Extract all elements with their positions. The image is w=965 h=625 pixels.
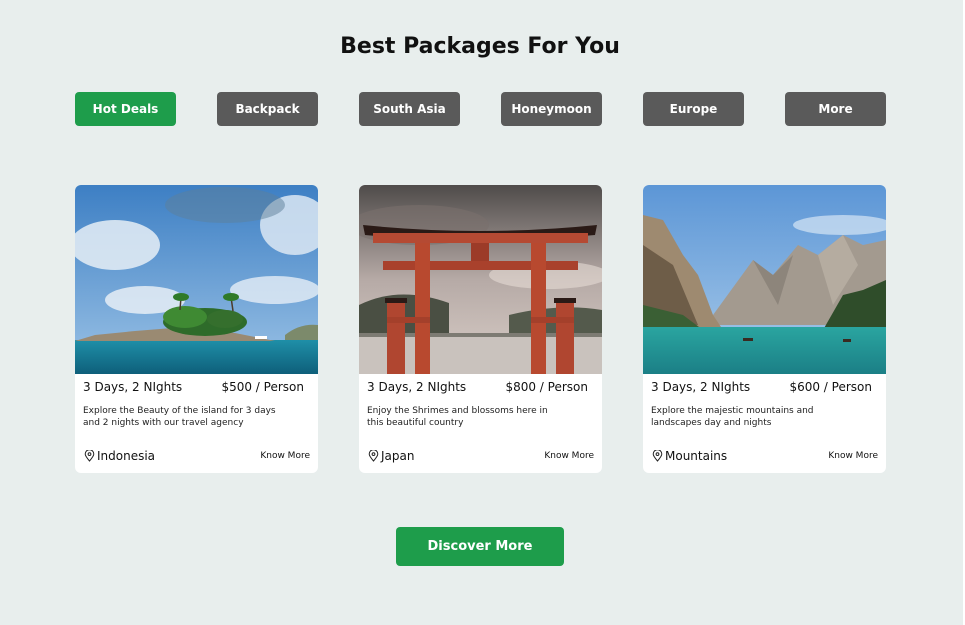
location-pin-icon: [368, 450, 379, 462]
package-filter-tabs: Hot Deals Backpack South Asia Honeymoon …: [75, 92, 886, 126]
tab-south-asia[interactable]: South Asia: [359, 92, 460, 126]
page-title: Best Packages For You: [340, 34, 620, 59]
tab-honeymoon[interactable]: Honeymoon: [501, 92, 602, 126]
package-description: Enjoy the Shrimes and blossoms here in t…: [367, 406, 548, 428]
know-more-link[interactable]: Know More: [544, 451, 594, 461]
package-card-japan[interactable]: 3 Days, 2 NIghts $800 / Person Enjoy the…: [359, 185, 602, 473]
package-price: $800 / Person: [505, 380, 588, 394]
mountain-lake-photo: [643, 185, 886, 374]
discover-more-button[interactable]: Discover More: [396, 527, 564, 566]
package-duration: 3 Days, 2 NIghts: [83, 380, 183, 394]
package-price: $500 / Person: [221, 380, 304, 394]
tab-europe[interactable]: Europe: [643, 92, 744, 126]
package-location: Japan: [368, 448, 414, 464]
tropical-island-photo: [75, 185, 318, 374]
tab-hot-deals[interactable]: Hot Deals: [75, 92, 176, 126]
package-description: Explore the majestic mountains and lands…: [651, 406, 814, 428]
package-location: Indonesia: [84, 448, 155, 464]
torii-gate-photo: [359, 185, 602, 374]
package-card-indonesia[interactable]: 3 Days, 2 NIghts $500 / Person Explore t…: [75, 185, 318, 473]
package-card-mountains[interactable]: 3 Days, 2 NIghts $600 / Person Explore t…: [643, 185, 886, 473]
package-duration: 3 Days, 2 NIghts: [651, 380, 751, 394]
package-duration: 3 Days, 2 NIghts: [367, 380, 467, 394]
tab-more[interactable]: More: [785, 92, 886, 126]
know-more-link[interactable]: Know More: [828, 451, 878, 461]
tab-backpack[interactable]: Backpack: [217, 92, 318, 126]
package-location-label: Japan: [381, 449, 415, 463]
package-location-label: Mountains: [665, 449, 728, 463]
package-price: $600 / Person: [789, 380, 872, 394]
package-description: Explore the Beauty of the island for 3 d…: [83, 406, 276, 428]
location-pin-icon: [652, 450, 663, 462]
package-location: Mountains: [652, 448, 727, 464]
know-more-link[interactable]: Know More: [260, 451, 310, 461]
location-pin-icon: [84, 450, 95, 462]
package-location-label: Indonesia: [97, 449, 156, 463]
